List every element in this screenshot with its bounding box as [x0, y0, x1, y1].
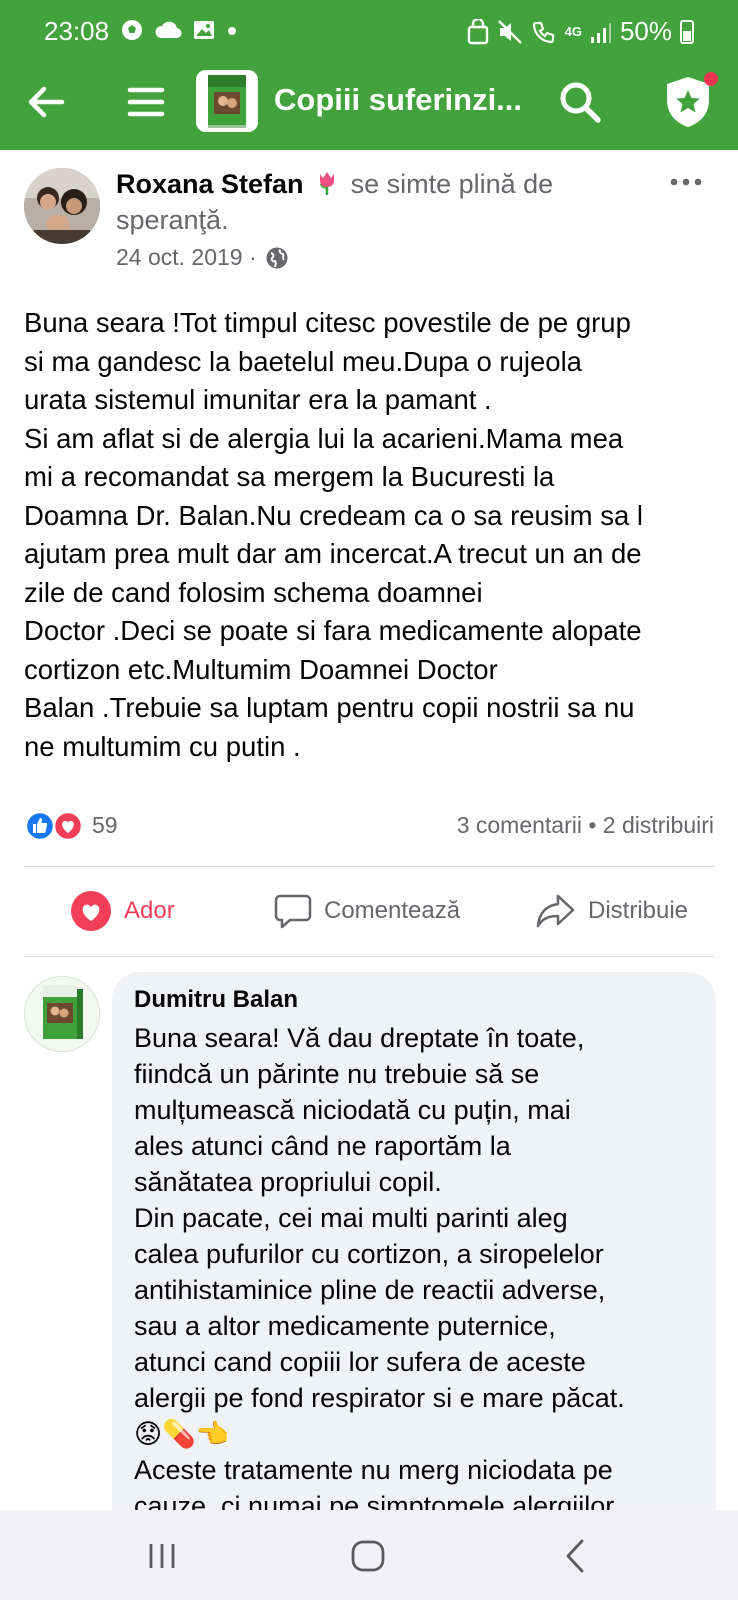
comment-text-line: atunci cand copiii lor sufera de aceste — [134, 1347, 586, 1377]
status-notification-icons — [120, 18, 238, 42]
notification-dot — [704, 72, 718, 86]
post-text-line: Doamna Dr. Balan.Nu credeam ca o sa reus… — [24, 499, 644, 531]
post-text-line: ne multumim cu putin . — [24, 730, 301, 762]
dot-icon — [228, 27, 236, 35]
status-bar: 23:08 4G 50% — [0, 0, 738, 64]
book-cover-icon — [196, 70, 258, 132]
status-time: 23:08 — [44, 16, 110, 46]
post-text-line: si ma gandesc la baetelul meu.Dupa o ruj… — [24, 345, 582, 377]
comment-text-line: fiindcă un părinte nu trebuie să se — [134, 1059, 540, 1089]
system-navigation-bar — [0, 1510, 738, 1600]
comment-text-line: calea pufurilor cu cortizon, a siropelel… — [134, 1239, 604, 1269]
reactions-summary[interactable]: 59 3 comentarii • 2 distribuiri — [24, 808, 714, 844]
reaction-icons — [24, 810, 84, 842]
globe-icon — [266, 247, 288, 268]
feeling-text-cont: speranţă. — [116, 205, 229, 235]
system-back-icon[interactable] — [556, 1536, 596, 1576]
soccer-ball-icon — [122, 20, 142, 40]
post-body: Buna seara !Tot timpul citesc povestile … — [24, 304, 724, 766]
menu-icon[interactable] — [122, 78, 170, 126]
share-button[interactable]: Distribuie — [536, 880, 688, 942]
divider-bottom — [24, 956, 714, 957]
post-text-line: urata sistemul imunitar era la pamant . — [24, 384, 492, 415]
comment-bubble[interactable]: Dumitru Balan Buna seara! Vă dau dreptat… — [112, 972, 716, 1532]
comment-text-line: antihistaminice pline de reactii adverse… — [134, 1275, 606, 1305]
recycle-lock-icon — [467, 18, 488, 44]
more-options-icon[interactable] — [668, 170, 704, 194]
comment-emoji-line: 😟💊👈 — [134, 1419, 230, 1449]
mute-icon — [497, 19, 522, 44]
post-author-line: Roxana Stefan se simte plină de speranţă… — [116, 166, 656, 238]
post-author-avatar[interactable] — [24, 168, 100, 244]
tulip-icon — [320, 172, 335, 195]
post-text-line: zile de cand folosim schema doamnei — [24, 576, 483, 608]
comment-share-stats[interactable]: 3 comentarii • 2 distribuiri — [457, 812, 714, 839]
app-header: 23:08 4G 50% Copiii suferinzi... — [0, 0, 738, 150]
comment-text-line: Buna seara! Vă dau dreptate în toate, — [134, 1023, 585, 1053]
nav-bar: Copiii suferinzi... — [0, 64, 738, 150]
post-date[interactable]: 24 oct. 2019 · — [116, 244, 257, 271]
cloud-icon — [155, 21, 182, 39]
post-text-line: Doctor .Deci se poate si fara medicament… — [24, 615, 642, 646]
post-actions: Ador Comentează Distribuie — [24, 880, 714, 942]
avatar-photo — [24, 168, 100, 244]
reaction-count[interactable]: 59 — [92, 812, 118, 839]
comment-label: Comentează — [324, 897, 461, 924]
comment-author-avatar[interactable] — [24, 976, 100, 1052]
post-meta: 24 oct. 2019 · — [116, 244, 289, 271]
comment-text-line: sănătatea propriului copil. — [134, 1167, 442, 1197]
comment-text-line: ales atunci când ne raportăm la — [134, 1131, 511, 1161]
share-arrow-icon — [536, 894, 575, 928]
group-logo[interactable] — [196, 70, 258, 132]
comment-button[interactable]: Comentează — [274, 880, 460, 942]
comment-text-line: alergii pe fond respirator si e mare păc… — [134, 1383, 625, 1413]
comment-body: Buna seara! Vă dau dreptate în toate, fi… — [134, 1020, 696, 1524]
comment-bubble-icon — [274, 894, 312, 929]
post-text-line: mi a recomandat sa mergem la Bucuresti l… — [24, 461, 555, 492]
post-text-line: Si am aflat si de alergia lui la acarien… — [24, 422, 624, 454]
post-text-line: cortizon etc.Multumim Doamnei Doctor — [24, 653, 498, 685]
share-label: Distribuie — [588, 897, 689, 924]
divider-top — [24, 866, 714, 867]
comment-author-name[interactable]: Dumitru Balan — [134, 986, 696, 1014]
post-text-line: ajutam prea mult dar am incercat.A trecu… — [24, 538, 642, 569]
gallery-icon — [194, 21, 214, 39]
search-icon[interactable] — [556, 78, 604, 126]
comment-text-line: mulțumească niciodată cu puțin, mai — [134, 1095, 571, 1125]
heart-icon — [71, 891, 111, 931]
love-label: Ador — [124, 897, 175, 924]
signal-icon — [590, 22, 611, 43]
post-author-name[interactable]: Roxana Stefan — [116, 169, 304, 199]
comment-text-line: sau a altor medicamente puternice, — [134, 1311, 556, 1341]
group-title[interactable]: Copiii suferinzi... — [274, 82, 522, 118]
comment-text-line: Din pacate, cei mai multi parinti aleg — [134, 1203, 568, 1233]
back-arrow-icon[interactable] — [22, 78, 70, 126]
wifi-call-icon — [532, 21, 554, 43]
feeling-text: se simte plină de — [350, 169, 554, 199]
post-text-line: Balan .Trebuie sa luptam pentru copii no… — [24, 692, 635, 723]
battery-icon — [680, 19, 694, 44]
status-right: 4G 50% — [467, 16, 694, 47]
recent-apps-icon[interactable] — [142, 1536, 182, 1576]
book-cover-avatar — [25, 977, 99, 1051]
comment-text-line: Aceste tratamente nu merg niciodata pe — [134, 1455, 613, 1485]
love-button[interactable]: Ador — [70, 880, 175, 942]
home-icon[interactable] — [348, 1536, 388, 1576]
battery-percent: 50% — [619, 16, 672, 46]
network-type: 4G — [564, 24, 582, 39]
post-text-line: Buna seara !Tot timpul citesc povestile … — [24, 307, 631, 338]
